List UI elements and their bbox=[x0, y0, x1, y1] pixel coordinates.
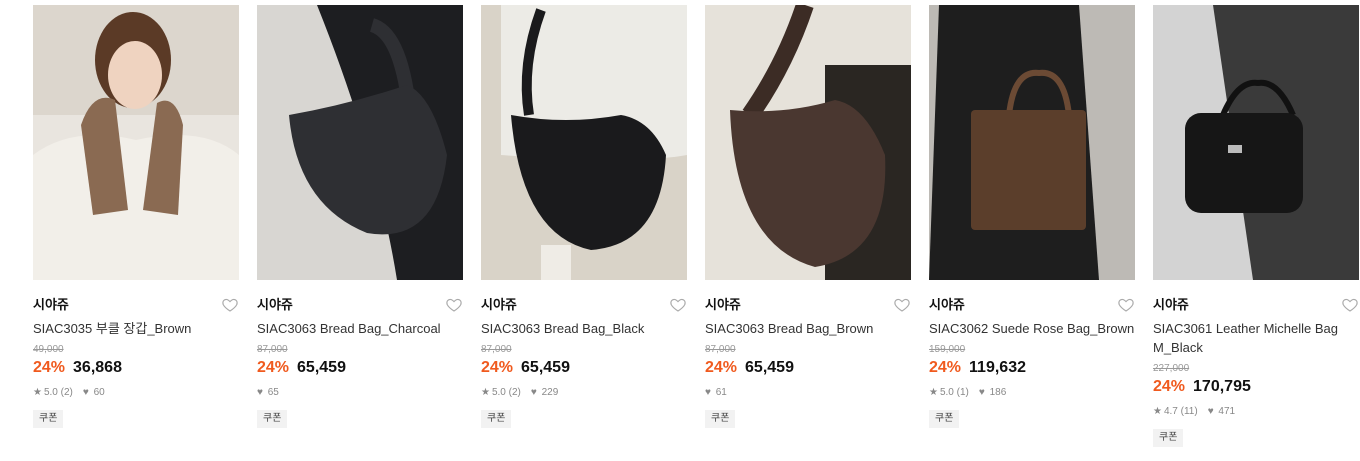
like-count: 65 bbox=[267, 387, 279, 398]
original-price: 49,000 bbox=[33, 344, 64, 355]
product-image[interactable] bbox=[481, 5, 687, 280]
review-count: (2) bbox=[60, 387, 73, 398]
star-icon: ★ bbox=[1153, 406, 1162, 417]
product-card[interactable]: 시야쥬 SIAC3061 Leather Michelle Bag M_Blac… bbox=[1153, 5, 1359, 447]
product-meta: ★ 5.0 (2) ♥ 60 bbox=[33, 386, 239, 400]
like-count: 60 bbox=[93, 387, 105, 398]
product-meta: ♥ 65 bbox=[257, 386, 463, 400]
discount-rate: 24% bbox=[1153, 378, 1186, 395]
heart-filled-icon: ♥ bbox=[1207, 406, 1214, 417]
review-count: (11) bbox=[1180, 406, 1198, 417]
product-name[interactable]: SIAC3063 Bread Bag_Charcoal bbox=[257, 319, 463, 338]
product-card[interactable]: 시야쥬 SIAC3035 부클 장갑_Brown 49,000 24% 36,86… bbox=[33, 5, 239, 428]
product-meta: ★ 4.7 (11) ♥ 471 bbox=[1153, 405, 1359, 419]
original-price: 159,000 bbox=[929, 344, 966, 355]
heart-outline-icon[interactable] bbox=[445, 296, 463, 314]
heart-filled-icon: ♥ bbox=[705, 387, 711, 398]
product-meta: ★ 5.0 (2) ♥ 229 bbox=[481, 386, 687, 400]
like-count: 471 bbox=[1218, 406, 1236, 417]
product-image[interactable] bbox=[1153, 5, 1359, 280]
original-price: 227,000 bbox=[1153, 363, 1190, 374]
heart-outline-icon[interactable] bbox=[221, 296, 239, 314]
product-meta: ★ 5.0 (1) ♥ 186 bbox=[929, 386, 1135, 400]
coupon-badge: 쿠폰 bbox=[929, 410, 960, 428]
brand-name: 시야쥬 bbox=[257, 297, 293, 312]
product-name[interactable]: SIAC3061 Leather Michelle Bag M_Black bbox=[1153, 319, 1359, 357]
discount-rate: 24% bbox=[705, 359, 738, 376]
heart-outline-icon[interactable] bbox=[1341, 296, 1359, 314]
product-grid: 시야쥬 SIAC3035 부클 장갑_Brown 49,000 24% 36,86… bbox=[0, 0, 1360, 461]
heart-filled-icon: ♥ bbox=[978, 387, 985, 398]
like-count: 229 bbox=[541, 387, 559, 398]
product-name[interactable]: SIAC3035 부클 장갑_Brown bbox=[33, 319, 239, 338]
brand-name: 시야쥬 bbox=[1153, 297, 1189, 312]
brand-name: 시야쥬 bbox=[33, 297, 69, 312]
coupon-badge: 쿠폰 bbox=[33, 410, 64, 428]
discount-rate: 24% bbox=[33, 359, 66, 376]
coupon-badge: 쿠폰 bbox=[705, 410, 736, 428]
product-card[interactable]: 시야쥬 SIAC3062 Suede Rose Bag_Brown 159,00… bbox=[929, 5, 1135, 428]
product-card[interactable]: 시야쥬 SIAC3063 Bread Bag_Brown 87,000 24% 6… bbox=[705, 5, 911, 428]
product-image[interactable] bbox=[705, 5, 911, 280]
like-count: 186 bbox=[989, 387, 1007, 398]
product-image[interactable] bbox=[33, 5, 239, 280]
sale-price: 36,868 bbox=[73, 359, 122, 376]
original-price: 87,000 bbox=[705, 344, 736, 355]
product-card[interactable]: 시야쥬 SIAC3063 Bread Bag_Charcoal 87,000 2… bbox=[257, 5, 463, 428]
like-count: 61 bbox=[715, 387, 727, 398]
product-name[interactable]: SIAC3063 Bread Bag_Black bbox=[481, 319, 687, 338]
rating-value: 5.0 bbox=[939, 387, 954, 398]
heart-filled-icon: ♥ bbox=[257, 387, 263, 398]
heart-filled-icon: ♥ bbox=[82, 387, 89, 398]
coupon-badge: 쿠폰 bbox=[481, 410, 512, 428]
star-icon: ★ bbox=[33, 387, 42, 398]
brand-name: 시야쥬 bbox=[481, 297, 517, 312]
original-price: 87,000 bbox=[257, 344, 288, 355]
heart-outline-icon[interactable] bbox=[669, 296, 687, 314]
star-icon: ★ bbox=[929, 387, 938, 398]
star-icon: ★ bbox=[481, 387, 490, 398]
product-name[interactable]: SIAC3062 Suede Rose Bag_Brown bbox=[929, 319, 1135, 338]
sale-price: 65,459 bbox=[745, 359, 794, 376]
product-image[interactable] bbox=[257, 5, 463, 280]
discount-rate: 24% bbox=[481, 359, 514, 376]
rating-value: 5.0 bbox=[491, 387, 506, 398]
product-meta: ♥ 61 bbox=[705, 386, 911, 400]
discount-rate: 24% bbox=[929, 359, 962, 376]
coupon-badge: 쿠폰 bbox=[1153, 429, 1184, 447]
product-card[interactable]: 시야쥬 SIAC3063 Bread Bag_Black 87,000 24% 6… bbox=[481, 5, 687, 428]
sale-price: 119,632 bbox=[969, 359, 1026, 376]
heart-outline-icon[interactable] bbox=[1117, 296, 1135, 314]
original-price: 87,000 bbox=[481, 344, 512, 355]
coupon-badge: 쿠폰 bbox=[257, 410, 288, 428]
review-count: (1) bbox=[956, 387, 969, 398]
brand-name: 시야쥬 bbox=[929, 297, 965, 312]
product-image[interactable] bbox=[929, 5, 1135, 280]
rating-value: 4.7 bbox=[1163, 406, 1178, 417]
discount-rate: 24% bbox=[257, 359, 290, 376]
rating-value: 5.0 bbox=[43, 387, 58, 398]
heart-outline-icon[interactable] bbox=[893, 296, 911, 314]
sale-price: 65,459 bbox=[297, 359, 346, 376]
sale-price: 65,459 bbox=[521, 359, 570, 376]
sale-price: 170,795 bbox=[1193, 378, 1251, 395]
product-name[interactable]: SIAC3063 Bread Bag_Brown bbox=[705, 319, 911, 338]
heart-filled-icon: ♥ bbox=[530, 387, 537, 398]
brand-name: 시야쥬 bbox=[705, 297, 741, 312]
review-count: (2) bbox=[508, 387, 521, 398]
